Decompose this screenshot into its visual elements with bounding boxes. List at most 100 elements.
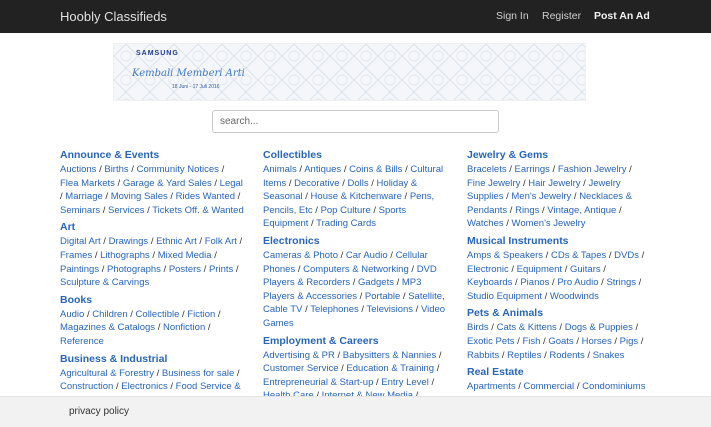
subcategory-link[interactable]: Audio (60, 309, 84, 320)
subcategory-link[interactable]: Advertising & PR (263, 350, 335, 361)
privacy-policy-link[interactable]: privacy policy (69, 406, 129, 417)
subcategory-link[interactable]: Paintings (60, 264, 99, 275)
category-title-link[interactable]: Art (60, 220, 245, 234)
category-title-link[interactable]: Collectibles (263, 148, 448, 162)
subcategory-link[interactable]: Folk Art (205, 236, 237, 247)
sign-in-link[interactable]: Sign In (496, 10, 529, 22)
subcategory-link[interactable]: Fashion Jewelry (558, 164, 627, 175)
subcategory-link[interactable]: Pop Culture (321, 205, 371, 216)
subcategory-link[interactable]: Fine Jewelry (467, 178, 520, 189)
subcategory-link[interactable]: CDs & Tapes (551, 250, 606, 261)
subcategory-link[interactable]: Flea Markets (60, 178, 115, 189)
subcategory-link[interactable]: Reference (60, 336, 104, 347)
subcategory-link[interactable]: Food Service & (176, 381, 241, 392)
category-title-link[interactable]: Books (60, 293, 245, 307)
subcategory-link[interactable]: Men's Jewelry (511, 191, 571, 202)
subcategory-link[interactable]: Prints (209, 264, 233, 275)
subcategory-link[interactable]: Frames (60, 250, 92, 261)
subcategory-link[interactable]: Portable (365, 291, 400, 302)
subcategory-link[interactable]: Digital Art (60, 236, 101, 247)
subcategory-link[interactable]: Construction (60, 381, 113, 392)
subcategory-link[interactable]: Trading Cards (316, 218, 376, 229)
subcategory-link[interactable]: Horses (582, 336, 612, 347)
subcategory-link[interactable]: Goats (548, 336, 573, 347)
subcategory-link[interactable]: Watches (467, 218, 504, 229)
subcategory-link[interactable]: Amps & Speakers (467, 250, 543, 261)
subcategory-link[interactable]: Commercial (524, 381, 575, 392)
subcategory-link[interactable]: Rabbits (467, 350, 499, 361)
subcategory-link[interactable]: Rodents (549, 350, 584, 361)
subcategory-link[interactable]: Business for sale (162, 368, 234, 379)
subcategory-link[interactable]: Mixed Media (158, 250, 212, 261)
category-title-link[interactable]: Business & Industrial (60, 352, 245, 366)
subcategory-link[interactable]: Dolls (348, 178, 369, 189)
subcategory-link[interactable]: Entrepreneurial & Start-up (263, 377, 373, 388)
subcategory-link[interactable]: Marriage (65, 191, 103, 202)
subcategory-link[interactable]: Woodwinds (550, 291, 599, 302)
advertisement-banner[interactable]: SAMSUNG Kembali Memberi Arti 18 Juni - 1… (113, 43, 586, 101)
subcategory-link[interactable]: Equipment (517, 264, 562, 275)
subcategory-link[interactable]: Antiques (304, 164, 341, 175)
subcategory-link[interactable]: Fiction (187, 309, 215, 320)
subcategory-link[interactable]: Gadgets (358, 277, 394, 288)
subcategory-link[interactable]: Women's Jewelry (512, 218, 586, 229)
subcategory-link[interactable]: Birds (467, 322, 489, 333)
subcategory-link[interactable]: Services (108, 205, 144, 216)
subcategory-link[interactable]: Magazines & Catalogs (60, 322, 155, 333)
category-title-link[interactable]: Electronics (263, 234, 448, 248)
subcategory-link[interactable]: Vintage, Antique (547, 205, 616, 216)
subcategory-link[interactable]: Tickets Off. & Wanted (152, 205, 244, 216)
category-title-link[interactable]: Jewelry & Gems (467, 148, 652, 162)
subcategory-link[interactable]: Pigs (620, 336, 638, 347)
category-title-link[interactable]: Pets & Animals (467, 306, 652, 320)
subcategory-link[interactable]: Electronics (121, 381, 167, 392)
subcategory-link[interactable]: Snakes (593, 350, 625, 361)
subcategory-link[interactable]: Studio Equipment (467, 291, 542, 302)
subcategory-link[interactable]: Legal (220, 178, 243, 189)
subcategory-link[interactable]: Collectible (136, 309, 180, 320)
subcategory-link[interactable]: Community Notices (137, 164, 219, 175)
subcategory-link[interactable]: Education & Training (346, 363, 434, 374)
subcategory-link[interactable]: Lithographs (100, 250, 150, 261)
post-ad-link[interactable]: Post An Ad (594, 10, 650, 22)
subcategory-link[interactable]: Customer Service (263, 363, 339, 374)
subcategory-link[interactable]: Seminars (60, 205, 100, 216)
register-link[interactable]: Register (542, 10, 581, 22)
subcategory-link[interactable]: Fish (522, 336, 540, 347)
category-title-link[interactable]: Musical Instruments (467, 234, 652, 248)
subcategory-link[interactable]: Cameras & Photo (263, 250, 338, 261)
subcategory-link[interactable]: Guitars (570, 264, 601, 275)
subcategory-link[interactable]: Animals (263, 164, 297, 175)
category-title-link[interactable]: Real Estate (467, 365, 652, 379)
subcategory-link[interactable]: Keyboards (467, 277, 512, 288)
subcategory-link[interactable]: Ethnic Art (156, 236, 197, 247)
subcategory-link[interactable]: Posters (169, 264, 201, 275)
subcategory-link[interactable]: Photographs (107, 264, 161, 275)
subcategory-link[interactable]: Moving Sales (111, 191, 168, 202)
subcategory-link[interactable]: Exotic Pets (467, 336, 515, 347)
subcategory-link[interactable]: House & Kitchenware (311, 191, 402, 202)
subcategory-link[interactable]: Electronic (467, 264, 509, 275)
subcategory-link[interactable]: Car Audio (346, 250, 388, 261)
subcategory-link[interactable]: Rides Wanted (176, 191, 235, 202)
subcategory-link[interactable]: Computers & Networking (303, 264, 409, 275)
subcategory-link[interactable]: Sculpture & Carvings (60, 277, 149, 288)
subcategory-link[interactable]: Coins & Bills (349, 164, 402, 175)
subcategory-link[interactable]: Telephones (310, 304, 359, 315)
subcategory-link[interactable]: Nonfiction (163, 322, 205, 333)
subcategory-link[interactable]: Rings (515, 205, 539, 216)
subcategory-link[interactable]: Babysitters & Nannies (343, 350, 436, 361)
subcategory-link[interactable]: Children (92, 309, 127, 320)
subcategory-link[interactable]: Pro Audio (557, 277, 598, 288)
subcategory-link[interactable]: Strings (606, 277, 636, 288)
subcategory-link[interactable]: Pianos (520, 277, 549, 288)
search-input[interactable] (212, 110, 499, 133)
subcategory-link[interactable]: Condominiums (582, 381, 645, 392)
subcategory-link[interactable]: Auctions (60, 164, 96, 175)
subcategory-link[interactable]: Earrings (515, 164, 550, 175)
subcategory-link[interactable]: Dogs & Puppies (565, 322, 633, 333)
subcategory-link[interactable]: Drawings (109, 236, 149, 247)
subcategory-link[interactable]: Reptiles (507, 350, 541, 361)
category-title-link[interactable]: Employment & Careers (263, 334, 448, 348)
subcategory-link[interactable]: Cats & Kittens (497, 322, 557, 333)
